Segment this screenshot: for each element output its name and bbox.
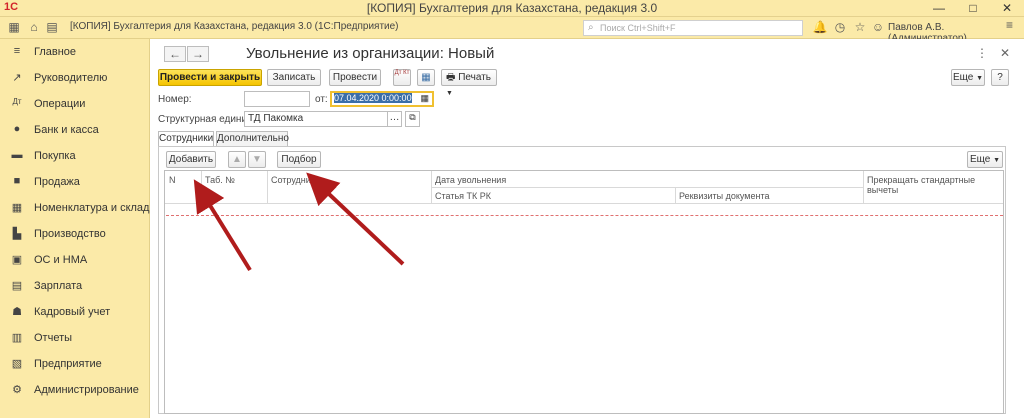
annotation-arrow (306, 172, 405, 266)
annotation-arrow (193, 179, 252, 272)
annotation-arrows (193, 172, 405, 272)
